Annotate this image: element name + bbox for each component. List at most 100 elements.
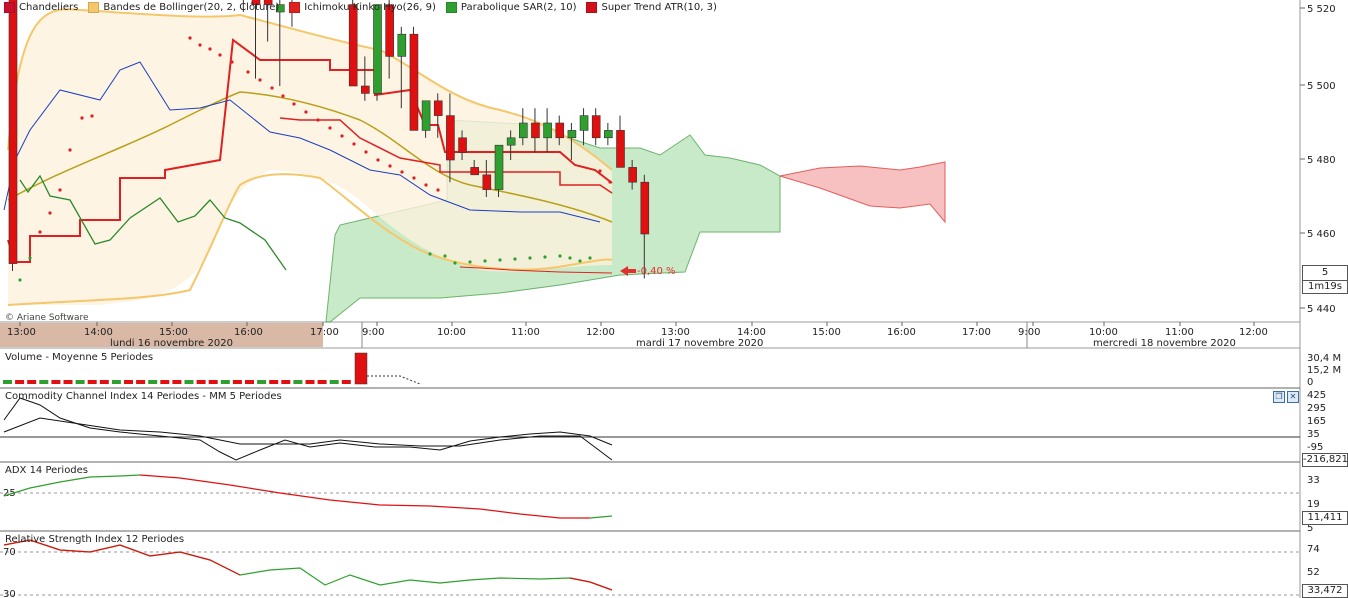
- time-tick-label: 15:00: [812, 327, 841, 338]
- cci-tick-label: 425: [1307, 390, 1326, 401]
- candle-timer-badge: 1m19s: [1302, 280, 1348, 294]
- time-tick-label: 10:00: [1089, 327, 1118, 338]
- cci-tick-label: 35: [1307, 429, 1320, 440]
- sar-dot: [513, 257, 517, 261]
- volume-bar: [136, 380, 146, 384]
- adx-pane-title: ADX 14 Periodes: [5, 465, 89, 476]
- time-tick-label: 12:00: [586, 327, 615, 338]
- legend-item-bollinger[interactable]: Bandes de Bollinger(20, 2, Clôture): [88, 2, 279, 13]
- time-tick-label: 15:00: [159, 327, 188, 338]
- volume-bar: [293, 380, 303, 384]
- legend-label: Chandeliers: [19, 2, 79, 13]
- rsi-tick-label: 52: [1307, 567, 1320, 578]
- legend-item-supertrend[interactable]: Super Trend ATR(10, 3): [586, 2, 717, 13]
- legend-swatch: [88, 2, 100, 13]
- volume-bar: [341, 380, 351, 384]
- time-tick-label: 17:00: [962, 327, 991, 338]
- volume-bar: [99, 380, 109, 384]
- volume-bar: [111, 380, 121, 384]
- candle-body: [531, 122, 540, 139]
- sar-dot: [400, 170, 404, 174]
- volume-bar: [39, 380, 49, 384]
- time-tick-label: 16:00: [234, 327, 263, 338]
- sar-dot: [292, 102, 296, 106]
- sar-dot: [58, 188, 62, 192]
- brand-watermark: © Ariane Software: [5, 313, 89, 323]
- candle-body: [458, 137, 467, 153]
- candle-body: [506, 137, 516, 146]
- sar-dot: [304, 110, 308, 114]
- volume-bar: [269, 380, 279, 384]
- cci-tick-label: -95: [1307, 442, 1323, 453]
- restore-icon[interactable]: ❐: [1273, 391, 1285, 403]
- volume-bar: [208, 380, 218, 384]
- adx-value-badge: 11,411: [1302, 511, 1348, 525]
- legend-label: Super Trend ATR(10, 3): [601, 2, 717, 13]
- sar-dot: [376, 158, 380, 162]
- sar-dot: [578, 259, 582, 263]
- volume-bar: [184, 380, 194, 384]
- legend-item-sar[interactable]: Parabolique SAR(2, 10): [445, 2, 576, 13]
- volume-tick-label: 0: [1307, 377, 1313, 388]
- volume-bar: [245, 380, 254, 384]
- volume-bar: [232, 380, 242, 384]
- time-tick-label: 9:00: [1018, 327, 1040, 338]
- volume-bar: [27, 380, 37, 384]
- candle-body: [628, 167, 637, 183]
- legend-label: Bandes de Bollinger(20, 2, Clôture): [103, 2, 280, 13]
- volume-bar: [317, 380, 327, 384]
- volume-bar: [124, 380, 133, 384]
- rsi-pane-title: Relative Strength Index 12 Periodes: [5, 534, 185, 545]
- volume-bar: [15, 380, 25, 384]
- sar-dot: [230, 60, 234, 64]
- volume-bar: [160, 380, 170, 384]
- chart-legend: Chandeliers Bandes de Bollinger(20, 2, C…: [4, 2, 717, 13]
- volume-bar: [51, 380, 61, 384]
- cci-pane-title: Commodity Channel Index 14 Periodes - MM…: [5, 391, 282, 402]
- sar-dot: [246, 70, 250, 74]
- sar-dot: [218, 53, 222, 57]
- sar-dot: [388, 164, 392, 168]
- sar-dot: [28, 256, 32, 260]
- sar-dot: [68, 148, 72, 152]
- sar-dot: [453, 261, 457, 265]
- volume-pane-title: Volume - Moyenne 5 Periodes: [5, 352, 154, 363]
- candle-body: [446, 115, 455, 161]
- percent-change-label: -0,40 %: [637, 266, 676, 277]
- legend-item-ichimoku[interactable]: Ichimoku Kinko Hyo(26, 9): [289, 2, 436, 13]
- volume-bar: [281, 380, 291, 384]
- sar-dot: [443, 254, 447, 258]
- sar-dot: [558, 254, 562, 258]
- sar-dot: [18, 278, 22, 282]
- candle-body: [543, 122, 552, 139]
- sar-dot: [364, 150, 368, 154]
- volume-tick-label: 15,2 M: [1307, 365, 1341, 376]
- volume-bar: [305, 380, 315, 384]
- time-tick-label: 13:00: [661, 327, 690, 338]
- volume-bar: [329, 380, 339, 384]
- rsi-value-badge: 33,472: [1302, 584, 1348, 598]
- sar-dot: [281, 94, 285, 98]
- sar-dot: [436, 188, 440, 192]
- candle-body: [470, 167, 480, 176]
- candle-body: [616, 130, 625, 168]
- trading-chart[interactable]: 5 520 5 500 5 480 5 460 5 440 13:00 14:00 15:00…: [0, 0, 1348, 598]
- candle-body: [518, 122, 528, 139]
- candle-body: [591, 115, 601, 139]
- sar-dot: [270, 86, 274, 90]
- cci-tick-label: 295: [1307, 403, 1326, 414]
- last-price-badge: 5 449,80: [1302, 265, 1348, 292]
- time-tick-label: 16:00: [887, 327, 916, 338]
- close-icon[interactable]: ✕: [1287, 391, 1299, 403]
- candle-body: [555, 122, 565, 139]
- volume-bar: [172, 380, 182, 384]
- candle-body: [640, 181, 650, 235]
- sar-dot: [588, 256, 592, 260]
- legend-item-candles[interactable]: Chandeliers: [4, 2, 78, 13]
- cci-tick-label: 165: [1307, 416, 1326, 427]
- volume-bar: [257, 380, 267, 384]
- candle-body: [8, 0, 18, 264]
- adx-tick-label: 19: [1307, 499, 1320, 510]
- volume-bar: [220, 380, 230, 384]
- legend-label: Ichimoku Kinko Hyo(26, 9): [304, 2, 436, 13]
